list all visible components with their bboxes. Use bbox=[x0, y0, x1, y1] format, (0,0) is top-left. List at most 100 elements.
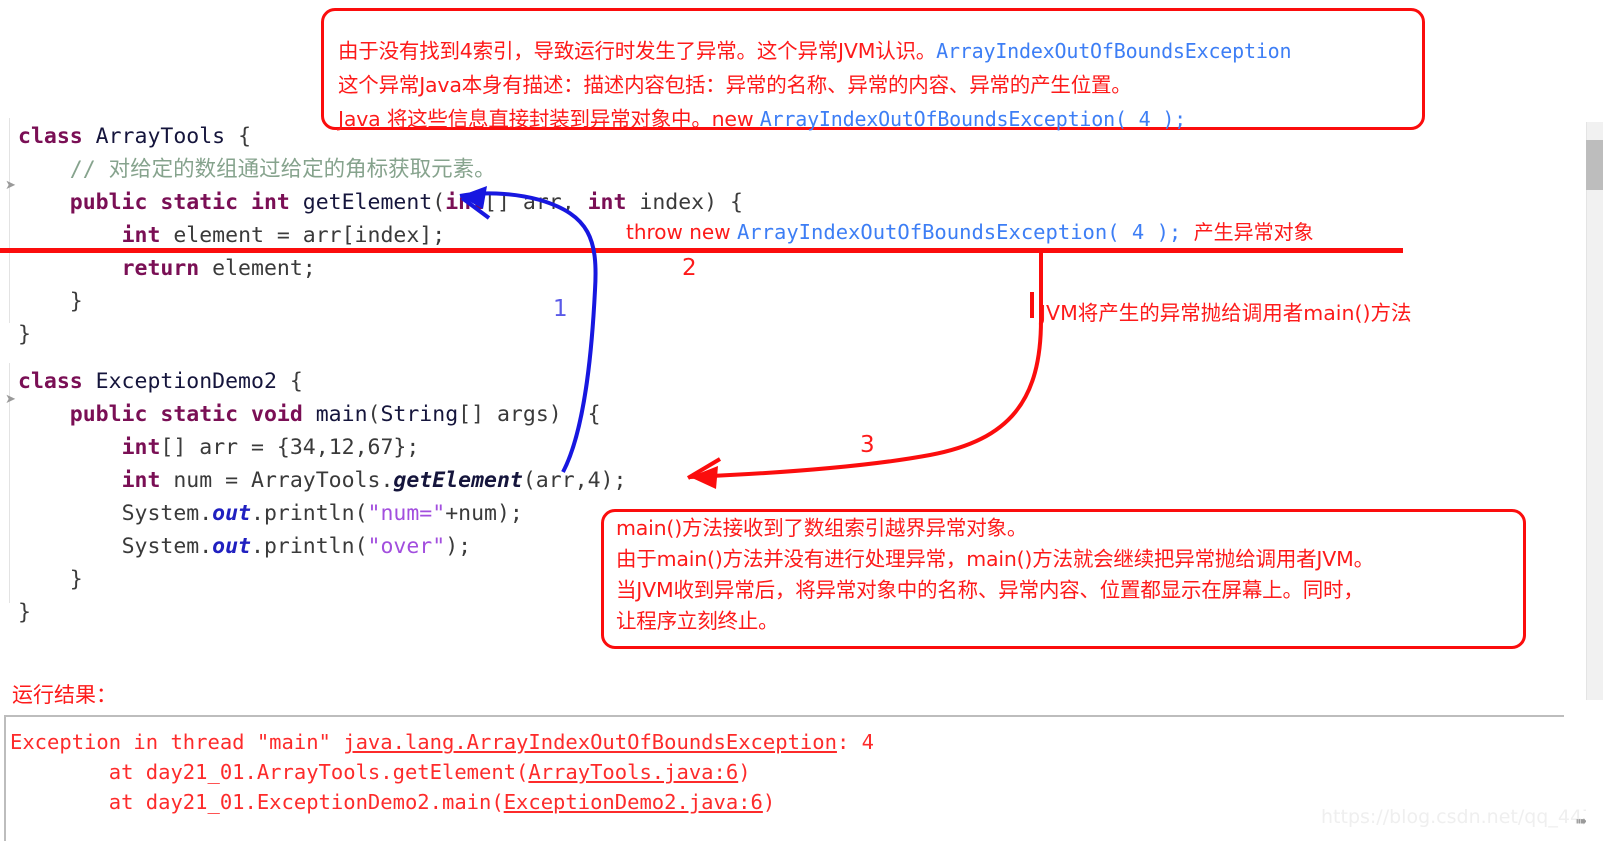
annotation-jvm-note: JVM将产生的异常抛给调用者main()方法 bbox=[1040, 301, 1412, 325]
code-line: int[] arr = {34,12,67}; bbox=[18, 431, 626, 464]
annotation-top-line3: Java 将这些信息直接封装到异常对象中。new ArrayIndexOutOf… bbox=[338, 107, 1186, 131]
code-token: element = arr[index]; bbox=[173, 223, 446, 248]
console-span: at day21_01.ExceptionDemo2.main( bbox=[10, 790, 504, 814]
code-token: .println( bbox=[251, 534, 368, 559]
code-token: return bbox=[121, 256, 213, 281]
code-token: int bbox=[121, 468, 174, 493]
code-token: public static int bbox=[69, 190, 303, 215]
editor-gutter-line-1 bbox=[9, 118, 10, 323]
annotation-top-line1-blue: ArrayIndexOutOfBoundsException bbox=[936, 39, 1292, 63]
code-token: element; bbox=[212, 256, 316, 281]
code-token: } bbox=[69, 567, 83, 592]
code-token: System. bbox=[121, 534, 213, 559]
code-token: int bbox=[587, 190, 640, 215]
red-divider bbox=[0, 248, 1403, 253]
code-token: num = ArrayTools. bbox=[173, 468, 394, 493]
screenshot-root: ➤ ➤ class ArrayTools { // 对给定的数组通过给定的角标获… bbox=[0, 0, 1603, 853]
code-line: } bbox=[18, 596, 626, 629]
code-line: public static int getElement(int[] arr, … bbox=[18, 186, 743, 219]
code-token: getElement bbox=[302, 190, 433, 215]
console-link[interactable]: ArrayTools.java:6 bbox=[528, 760, 738, 784]
marker-one: 1 bbox=[553, 296, 568, 322]
console-span: at day21_01.ArrayTools.getElement( bbox=[10, 760, 529, 784]
code-line: System.out.println("num="+num); bbox=[18, 497, 626, 530]
console-span: ) bbox=[738, 760, 751, 784]
annotation-bottom-line3: 当JVM收到异常后，将异常对象中的名称、异常内容、位置都显示在屏幕上。同时， bbox=[616, 578, 1364, 602]
code-token: // bbox=[69, 157, 109, 182]
scrollbar-top-cap bbox=[1586, 0, 1603, 122]
throw-suffix: 产生异常对象 bbox=[1193, 220, 1314, 244]
code-line: System.out.println("over"); bbox=[18, 530, 626, 563]
code-token: { bbox=[289, 369, 303, 394]
code-token: [] bbox=[484, 190, 523, 215]
annotation-bottom-line4: 让程序立刻终止。 bbox=[616, 609, 779, 633]
code-fold-icon-2[interactable]: ➤ bbox=[5, 392, 16, 407]
code-token: { bbox=[238, 124, 252, 149]
code-token: out bbox=[212, 501, 252, 526]
code-token: out bbox=[212, 534, 252, 559]
code-token: , bbox=[561, 190, 588, 215]
annotation-throw-new: throw new ArrayIndexOutOfBoundsException… bbox=[626, 216, 1314, 245]
code-token: getElement bbox=[393, 468, 523, 493]
code-token: arr bbox=[522, 190, 562, 215]
code-line: int num = ArrayTools.getElement(arr,4); bbox=[18, 464, 627, 497]
code-token: arr = {34,12,67}; bbox=[199, 435, 420, 460]
code-line: } bbox=[18, 285, 743, 318]
annotation-bottom-line1: main()方法接收到了数组索引越界异常对象。 bbox=[616, 516, 1028, 540]
code-token: System. bbox=[121, 501, 213, 526]
code-token: args bbox=[496, 402, 549, 427]
annotation-bottom-line2: 由于main()方法并没有进行处理异常，main()方法就会继续把异常抛给调用者… bbox=[616, 547, 1374, 571]
code-token: "num=" bbox=[367, 501, 446, 526]
code-token: index bbox=[639, 190, 705, 215]
red-arrow-head bbox=[690, 466, 718, 489]
code-line: return element; bbox=[18, 252, 743, 285]
code-token: } bbox=[18, 322, 31, 347]
code-token: ) { bbox=[704, 190, 743, 215]
code-line: // 对给定的数组通过给定的角标获取元素。 bbox=[18, 153, 743, 186]
code-token: (arr,4); bbox=[522, 468, 627, 493]
code-token: ); bbox=[445, 534, 472, 559]
console-text: Exception in thread "main" java.lang.Arr… bbox=[6, 717, 1564, 817]
scrollbar-thumb[interactable] bbox=[1586, 140, 1603, 190]
code-token: int bbox=[445, 190, 485, 215]
code-token: int bbox=[121, 435, 161, 460]
code-token: ExceptionDemo2 bbox=[95, 369, 290, 394]
code-token: } bbox=[18, 600, 31, 625]
code-token: String bbox=[380, 402, 459, 427]
code-line: } bbox=[18, 563, 626, 596]
code-token: class bbox=[18, 369, 96, 394]
code-token: +num); bbox=[445, 501, 523, 526]
marker-two: 2 bbox=[682, 255, 697, 281]
red-arrow-barb bbox=[686, 457, 722, 480]
throw-class-call: ArrayIndexOutOfBoundsException( 4 ); bbox=[736, 220, 1194, 244]
code-token: public static void bbox=[69, 402, 316, 427]
annotation-top-line2: 这个异常Java本身有描述：描述内容包括：异常的名称、异常的内容、异常的产生位置… bbox=[338, 73, 1132, 97]
marker-three: 3 bbox=[860, 432, 875, 458]
annotation-top-line1: 由于没有找到4索引，导致运行时发生了异常。这个异常JVM认识。ArrayInde… bbox=[338, 36, 1292, 67]
annotation-top-line1-red: 由于没有找到4索引，导致运行时发生了异常。这个异常JVM认识。 bbox=[338, 39, 937, 63]
code-token: "over" bbox=[367, 534, 446, 559]
code-token: 对给定的数组通过给定的角标获取元素。 bbox=[108, 157, 496, 182]
code-line: public static void main(String[] args) { bbox=[18, 398, 626, 431]
console-span: ) bbox=[762, 790, 776, 814]
code-token: [] bbox=[160, 435, 200, 460]
code-token: int bbox=[121, 223, 174, 248]
code-token: } bbox=[69, 289, 83, 314]
code-token: main bbox=[315, 402, 368, 427]
code-token: ( bbox=[367, 402, 381, 427]
scrollbar-bottom-cap bbox=[1586, 700, 1603, 853]
code-line: } bbox=[18, 318, 743, 351]
throw-prefix: throw new bbox=[626, 220, 737, 244]
console-link[interactable]: java.lang.ArrayIndexOutOfBoundsException bbox=[343, 730, 837, 754]
code-token: class bbox=[18, 124, 96, 149]
code-line: class ExceptionDemo2 { bbox=[18, 365, 626, 398]
console-span: : 4 bbox=[836, 730, 874, 754]
console-link[interactable]: ExceptionDemo2.java:6 bbox=[504, 790, 763, 814]
console-span: Exception in thread "main" bbox=[10, 730, 344, 754]
code-token: ) { bbox=[548, 402, 601, 427]
code-token: .println( bbox=[251, 501, 368, 526]
code-token: ArrayTools bbox=[95, 124, 239, 149]
code-block-exception-demo[interactable]: class ExceptionDemo2 { public static voi… bbox=[18, 365, 626, 629]
code-fold-icon-1[interactable]: ➤ bbox=[5, 178, 16, 193]
result-label: 运行结果： bbox=[12, 683, 117, 707]
